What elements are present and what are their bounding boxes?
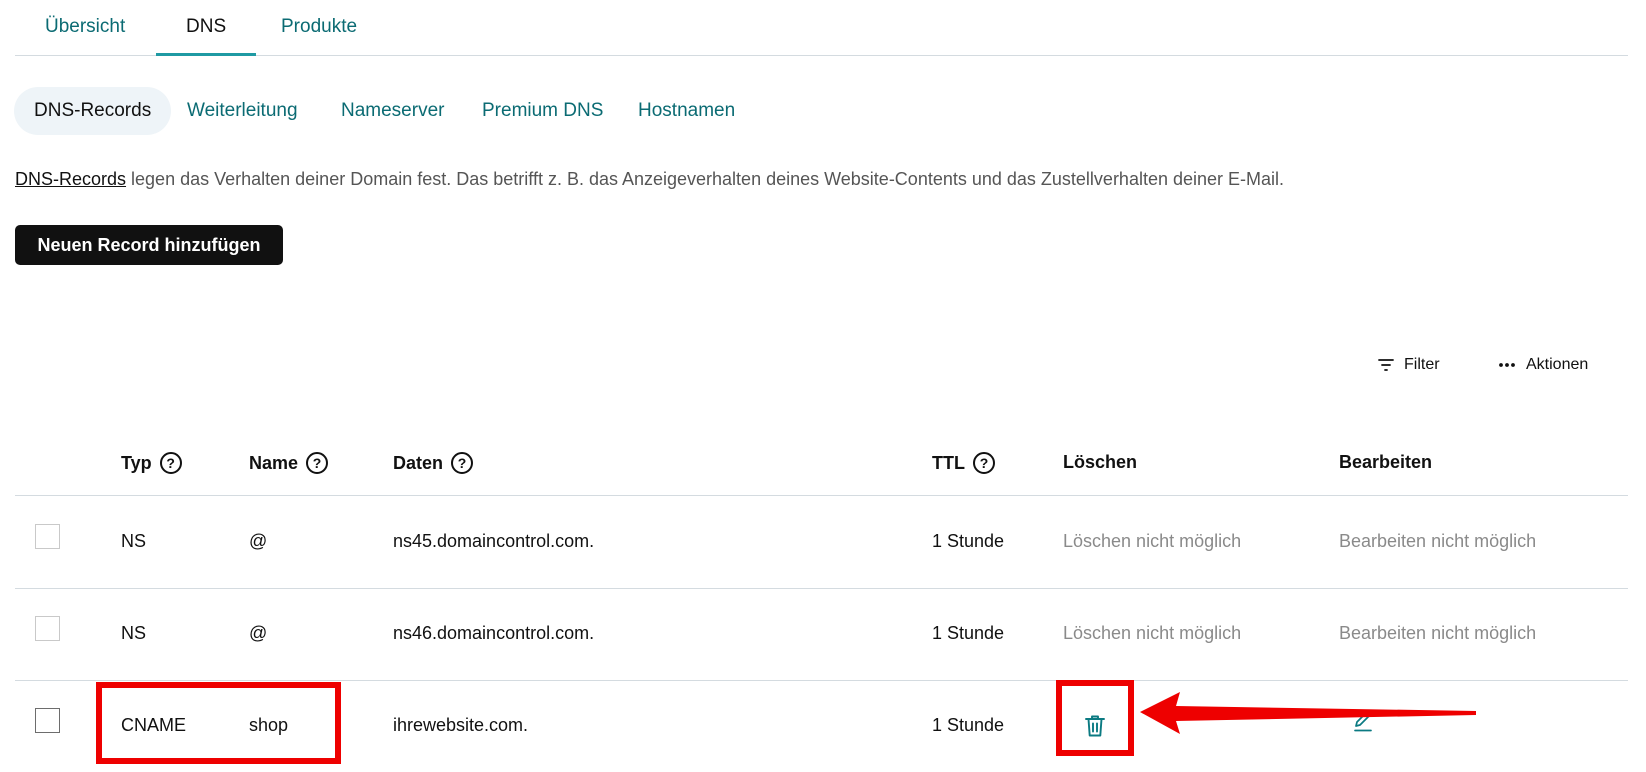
col-header-daten-label: Daten — [393, 452, 444, 473]
cell-ttl: 1 Stunde — [932, 623, 1005, 643]
col-header-name-label: Name — [249, 452, 299, 473]
actions-button[interactable]: Aktionen — [1498, 352, 1588, 378]
col-header-daten: Daten? — [393, 452, 474, 474]
actions-label: Aktionen — [1526, 356, 1589, 373]
table-header: Typ? Name? Daten? TTL? Löschen Bearbeite… — [15, 432, 1628, 496]
subtab-premium-dns[interactable]: Premium DNS — [462, 87, 623, 135]
col-header-typ: Typ? — [121, 452, 182, 474]
help-circle-icon[interactable]: ? — [451, 452, 474, 474]
top-tab-bar: Übersicht DNS Produkte — [15, 0, 1628, 56]
subtab-weiterleitung[interactable]: Weiterleitung — [167, 87, 318, 135]
row-checkbox[interactable] — [35, 616, 60, 641]
tab-uebersicht[interactable]: Übersicht — [15, 0, 155, 56]
col-header-loeschen-label: Löschen — [1063, 452, 1138, 472]
cell-loeschen: Löschen nicht möglich — [1063, 623, 1242, 643]
row-checkbox[interactable] — [35, 708, 60, 733]
cell-bearbeiten: Bearbeiten nicht möglich — [1339, 531, 1537, 551]
cell-typ: NS — [121, 531, 147, 551]
col-header-name: Name? — [249, 452, 329, 474]
cell-ttl: 1 Stunde — [932, 715, 1005, 735]
col-header-bearbeiten: Bearbeiten — [1339, 452, 1432, 473]
filter-button[interactable]: Filter — [1378, 352, 1440, 378]
filter-label: Filter — [1404, 356, 1440, 373]
cell-name: @ — [249, 531, 268, 551]
col-header-bearbeiten-label: Bearbeiten — [1339, 452, 1433, 472]
subtab-hostnamen[interactable]: Hostnamen — [618, 87, 755, 135]
cell-ttl: 1 Stunde — [932, 531, 1005, 551]
filter-icon — [1378, 359, 1394, 371]
tab-produkte[interactable]: Produkte — [251, 0, 387, 56]
tab-dns[interactable]: DNS — [156, 0, 257, 56]
arrow-left-icon — [1140, 692, 1476, 734]
dns-description: DNS-Records legen das Verhalten deiner D… — [15, 169, 1284, 190]
col-header-typ-label: Typ — [121, 452, 152, 473]
highlight-box-delete — [1056, 680, 1134, 756]
table-row: NS @ ns46.domaincontrol.com. 1 Stunde Lö… — [15, 589, 1628, 681]
table-row: NS @ ns45.domaincontrol.com. 1 Stunde Lö… — [15, 497, 1628, 589]
col-header-ttl-label: TTL — [932, 452, 965, 473]
help-circle-icon[interactable]: ? — [973, 452, 995, 474]
col-header-ttl: TTL? — [932, 452, 995, 474]
subtab-nameserver[interactable]: Nameserver — [321, 87, 464, 135]
dns-description-text: legen das Verhalten deiner Domain fest. … — [126, 169, 1285, 189]
col-header-loeschen: Löschen — [1063, 452, 1137, 473]
cell-daten: ns45.domaincontrol.com. — [393, 531, 595, 551]
add-record-button[interactable]: Neuen Record hinzufügen — [15, 225, 283, 265]
more-horizontal-icon — [1499, 363, 1515, 367]
cell-loeschen: Löschen nicht möglich — [1063, 531, 1242, 551]
highlight-box-record — [96, 682, 341, 764]
row-checkbox[interactable] — [35, 524, 60, 549]
cell-bearbeiten: Bearbeiten nicht möglich — [1339, 623, 1537, 643]
help-circle-icon[interactable]: ? — [306, 452, 329, 474]
subtab-dns-records[interactable]: DNS-Records — [14, 87, 172, 135]
cell-typ: NS — [121, 623, 147, 643]
cell-daten: ns46.domaincontrol.com. — [393, 623, 595, 643]
dns-records-link[interactable]: DNS-Records — [15, 169, 126, 189]
help-circle-icon[interactable]: ? — [159, 452, 182, 474]
cell-daten: ihrewebsite.com. — [393, 715, 529, 735]
cell-name: @ — [249, 623, 268, 643]
